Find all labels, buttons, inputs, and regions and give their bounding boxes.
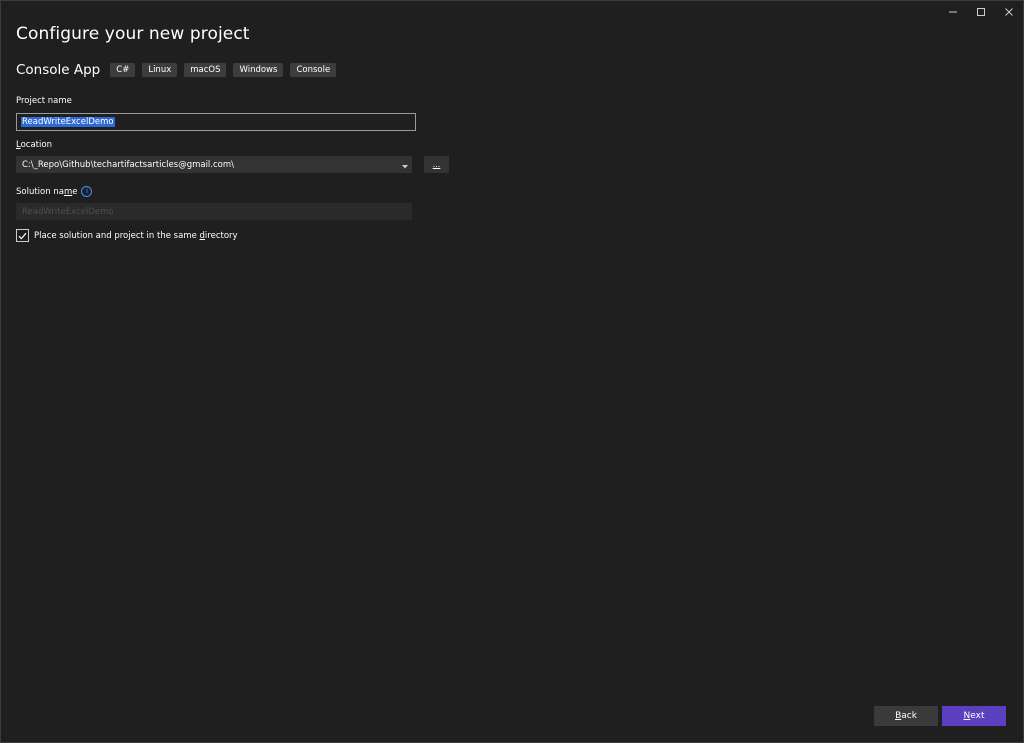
solution-name-placeholder: ReadWriteExcelDemo xyxy=(22,206,114,217)
close-icon[interactable] xyxy=(995,1,1023,23)
back-button-rest: ack xyxy=(901,711,917,721)
window-controls xyxy=(939,1,1023,23)
solution-name-label: Solution name i xyxy=(16,186,93,197)
minimize-icon[interactable] xyxy=(939,1,967,23)
same-directory-checkbox[interactable] xyxy=(16,229,29,242)
solution-name-input: ReadWriteExcelDemo xyxy=(16,203,412,220)
project-name-value: ReadWriteExcelDemo xyxy=(21,117,115,127)
next-button-accesskey: N xyxy=(963,711,971,721)
next-button[interactable]: Next xyxy=(942,706,1006,726)
same-directory-label: Place solution and project in the same d… xyxy=(34,231,238,241)
chevron-down-icon[interactable] xyxy=(402,162,408,172)
tag-csharp: C# xyxy=(110,63,136,77)
project-name-label: Project name xyxy=(16,96,72,106)
browse-button-label: ... xyxy=(432,160,441,169)
template-summary: Console App C# Linux macOS Windows Conso… xyxy=(16,62,343,78)
tag-linux: Linux xyxy=(142,63,178,77)
same-directory-label-end: irectory xyxy=(204,230,238,241)
dialog-window: Configure your new project Console App C… xyxy=(0,0,1024,743)
solution-name-label-accesskey: m xyxy=(63,187,73,197)
back-button[interactable]: Back xyxy=(874,706,938,726)
location-value: C:\_Repo\Github\techartifactsarticles@gm… xyxy=(22,159,235,170)
info-icon[interactable]: i xyxy=(81,186,93,197)
maximize-icon[interactable] xyxy=(967,1,995,23)
location-label: Location xyxy=(16,140,52,150)
page-title: Configure your new project xyxy=(16,24,250,44)
tag-macos: macOS xyxy=(184,63,227,77)
solution-name-label-end: e xyxy=(72,187,78,197)
same-directory-option[interactable]: Place solution and project in the same d… xyxy=(16,229,238,242)
checkmark-icon xyxy=(18,232,27,239)
same-directory-label-start: Place solution and project in the same xyxy=(34,230,200,241)
next-button-rest: ext xyxy=(970,711,985,721)
template-name: Console App xyxy=(16,62,101,78)
location-label-rest: ocation xyxy=(20,140,52,150)
solution-name-label-start: Solution na xyxy=(16,187,64,197)
tag-console: Console xyxy=(290,63,337,77)
browse-button[interactable]: ... xyxy=(424,156,449,173)
project-name-input[interactable]: ReadWriteExcelDemo xyxy=(16,113,416,131)
tag-windows: Windows xyxy=(233,63,284,77)
location-combobox[interactable]: C:\_Repo\Github\techartifactsarticles@gm… xyxy=(16,156,412,173)
